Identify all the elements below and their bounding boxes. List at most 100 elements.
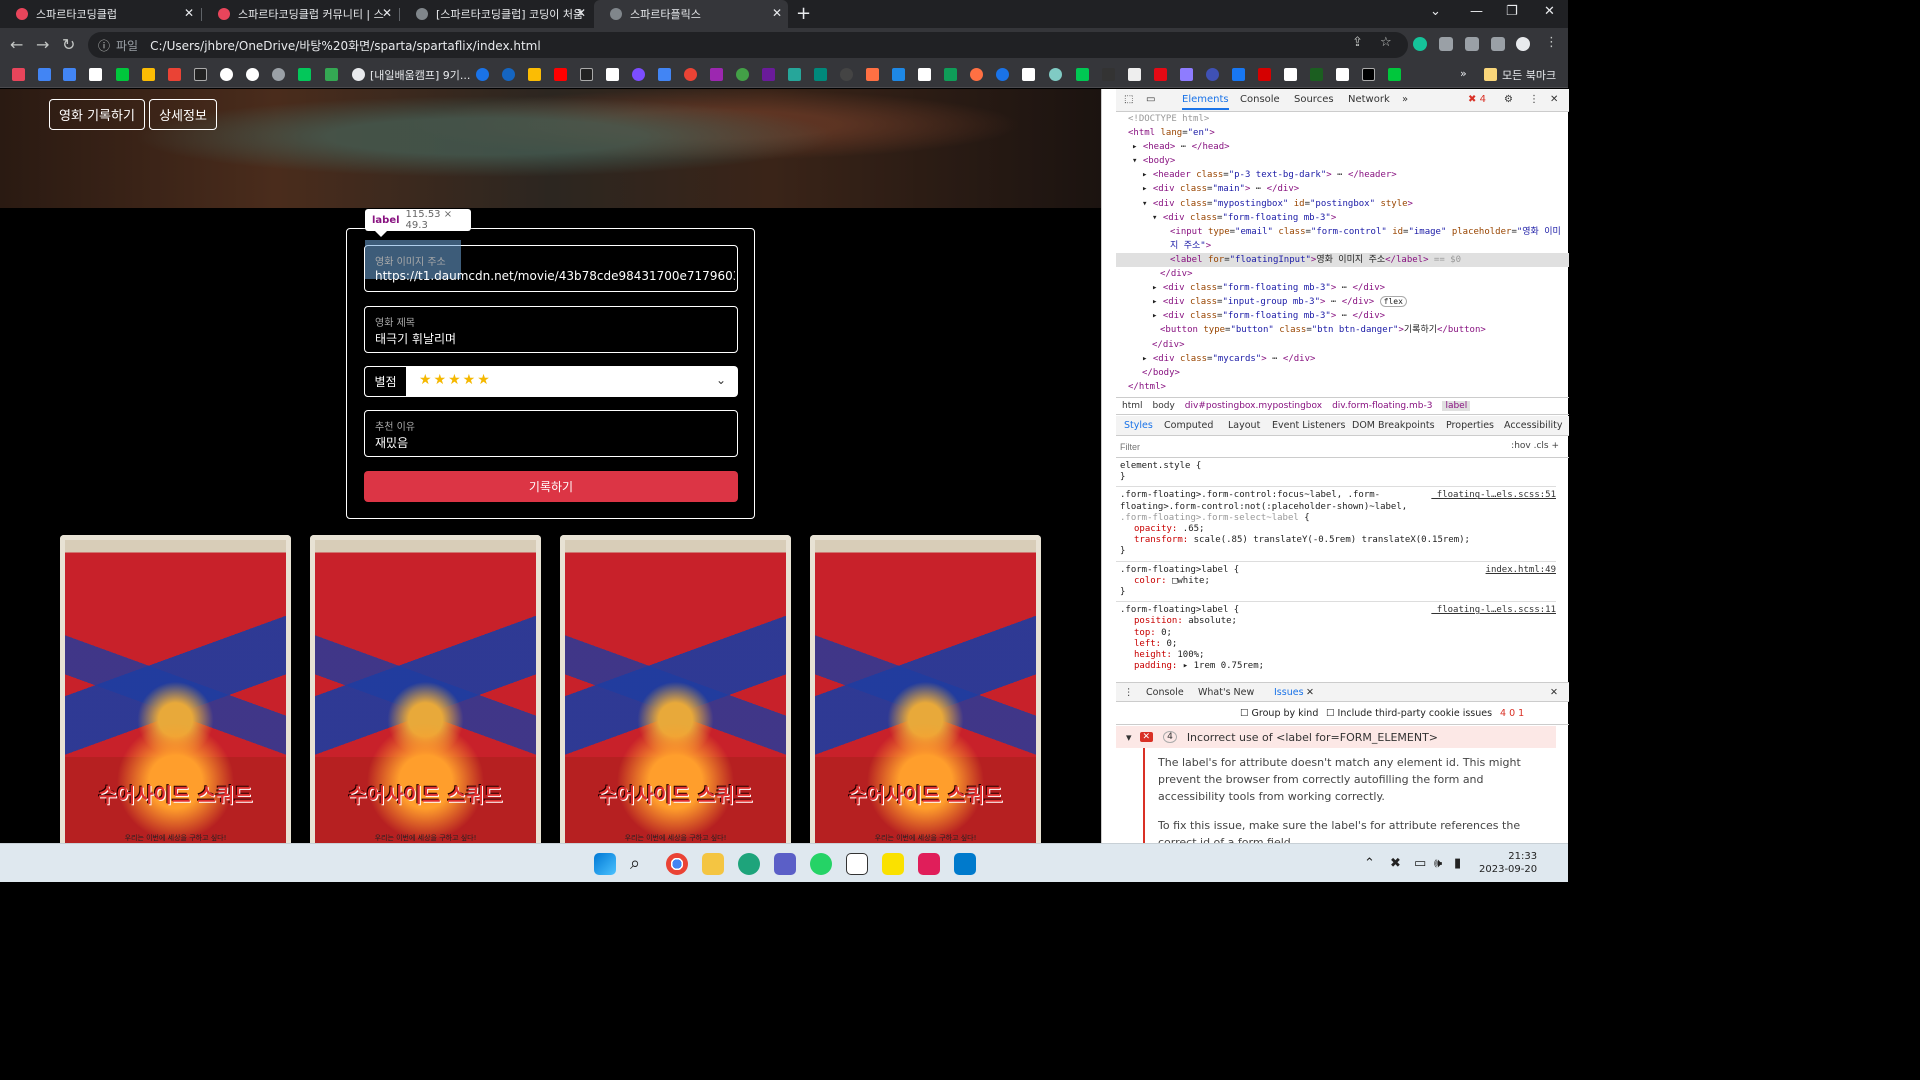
info-icon[interactable]: ⓘ (98, 37, 110, 54)
bookmark-icon[interactable] (684, 68, 697, 81)
side-panel-icon[interactable] (1491, 37, 1505, 51)
movie-card[interactable]: 수어사이드 스쿼드 우리는 이번에 세상을 구하고 싶다! (60, 535, 291, 843)
bookmark-icon[interactable] (502, 68, 515, 81)
tab-2[interactable]: 스파르타코딩클럽 커뮤니티 | 스 ✕ (202, 0, 398, 28)
volume-icon[interactable]: 🕪 (1434, 856, 1442, 871)
back-icon[interactable]: ← (10, 35, 23, 54)
bookmark-icon[interactable] (606, 68, 619, 81)
dom-line[interactable]: ▸ <div class="input-group mb-3"> ⋯ </div… (1116, 295, 1569, 309)
close-window-icon[interactable]: ✕ (1544, 4, 1555, 19)
bookmark-icon[interactable] (38, 68, 51, 81)
close-icon[interactable]: ✕ (184, 6, 194, 20)
bookmark-icon[interactable] (866, 68, 879, 81)
bookmark-icon[interactable] (632, 68, 645, 81)
detail-button[interactable]: 상세정보 (149, 99, 217, 130)
clock[interactable]: 21:33 2023-09-20 (1479, 850, 1537, 876)
dom-line[interactable]: </div> (1116, 267, 1569, 281)
dom-line[interactable]: ▾ <div class="form-floating mb-3"> (1116, 211, 1569, 225)
globe-icon[interactable] (352, 68, 365, 81)
bookmark-icon[interactable] (194, 68, 207, 81)
chrome-icon[interactable] (666, 853, 688, 875)
close-issues-icon[interactable]: ✕ (1306, 687, 1314, 698)
bookmark-icon[interactable] (325, 68, 338, 81)
notion-icon[interactable] (846, 853, 868, 875)
reload-icon[interactable]: ↻ (62, 35, 75, 54)
bookmark-camp[interactable]: [내일배움캠프] 9기... (370, 67, 470, 83)
bookmark-icon[interactable] (89, 68, 102, 81)
dom-line[interactable]: ▸ <div class="main"> ⋯ </div> (1116, 182, 1569, 196)
record-movie-button[interactable]: 영화 기록하기 (49, 99, 145, 130)
vscode-icon[interactable] (954, 853, 976, 875)
dom-line[interactable]: </body> (1116, 366, 1569, 380)
media-icon[interactable] (1465, 37, 1479, 51)
address-url[interactable]: C:/Users/jhbre/OneDrive/바탕%20화면/sparta/s… (150, 37, 541, 54)
tab-network[interactable]: Network (1348, 94, 1390, 105)
drawer-tab-whats-new[interactable]: What's New (1198, 687, 1254, 698)
third-party-checkbox[interactable]: ☐ Include third-party cookie issues (1326, 708, 1492, 719)
movie-card[interactable]: 수어사이드 스쿼드 우리는 이번에 세상을 구하고 싶다! (560, 535, 791, 843)
crumb[interactable]: body (1153, 401, 1175, 411)
bookmark-icon[interactable] (272, 68, 285, 81)
tab-sources[interactable]: Sources (1294, 94, 1334, 105)
crumb[interactable]: div.form-floating.mb-3 (1332, 401, 1432, 411)
bookmark-icon[interactable] (736, 68, 749, 81)
dom-line[interactable]: ▾ <body> (1116, 154, 1569, 168)
drawer-menu-icon[interactable]: ⋮ (1124, 687, 1134, 698)
issue-item[interactable]: ▾ ✕ 4 Incorrect use of <label for=FORM_E… (1116, 726, 1556, 849)
battery-icon[interactable]: ▮ (1454, 856, 1461, 871)
minimize-icon[interactable]: — (1470, 4, 1483, 19)
style-rule[interactable]: index.html:49 .form-floating>label { col… (1116, 562, 1556, 603)
title-field[interactable]: 영화 제목 태극기 휘날리며 (364, 306, 738, 353)
bookmark-icon[interactable] (996, 68, 1009, 81)
more-tabs-button[interactable]: » (1402, 94, 1408, 105)
drawer-tab-console[interactable]: Console (1146, 687, 1184, 698)
dom-line[interactable]: 지 주소"> (1116, 239, 1569, 253)
tab-1[interactable]: 스파르타코딩클럽 ✕ (0, 0, 200, 28)
close-icon[interactable]: ✕ (382, 6, 392, 20)
bookmark-icon[interactable] (1076, 68, 1089, 81)
all-bookmarks[interactable]: 모든 북마크 (1502, 67, 1556, 83)
google-icon[interactable] (220, 68, 233, 81)
file-explorer-icon[interactable] (702, 853, 724, 875)
chevron-up-icon[interactable]: ⌃ (1364, 856, 1375, 871)
comment-input[interactable]: 재밌음 (375, 434, 735, 451)
subtab-dom-breakpoints[interactable]: DOM Breakpoints (1352, 420, 1435, 431)
close-drawer-icon[interactable]: ✕ (1550, 687, 1558, 698)
teams-icon[interactable] (774, 853, 796, 875)
bookmark-icon[interactable] (814, 68, 827, 81)
youtube-icon[interactable] (554, 68, 567, 81)
dom-line[interactable]: ▸ <div class="form-floating mb-3"> ⋯ </d… (1116, 309, 1569, 323)
bookmark-icon[interactable] (476, 68, 489, 81)
subtab-event-listeners[interactable]: Event Listeners (1272, 420, 1345, 431)
bookmark-icon[interactable] (1049, 68, 1062, 81)
bookmark-icon[interactable] (1310, 68, 1323, 81)
bookmark-icon[interactable] (1206, 68, 1219, 81)
bookmark-icon[interactable] (528, 68, 541, 81)
rating-select[interactable]: 별점 ★★★★★ ⌄ (364, 366, 738, 397)
crumb[interactable]: div#postingbox.mypostingbox (1185, 401, 1322, 411)
new-tab-button[interactable]: + (796, 3, 811, 24)
google-icon[interactable] (246, 68, 259, 81)
image-url-field[interactable]: 영화 이미지 주소 https://t1.daumcdn.net/movie/4… (364, 240, 738, 292)
bookmark-icon[interactable] (892, 68, 905, 81)
bookmark-icon[interactable] (762, 68, 775, 81)
crumb-current[interactable]: label (1442, 401, 1471, 411)
style-source[interactable]: _floating-l…els.scss:51 (1431, 490, 1556, 501)
bookmark-icon[interactable] (142, 68, 155, 81)
bookmark-icon[interactable] (1362, 68, 1375, 81)
subtab-computed[interactable]: Computed (1164, 420, 1213, 431)
bookmark-icon[interactable] (1180, 68, 1193, 81)
bookmark-icon[interactable] (1232, 68, 1245, 81)
slack-icon[interactable] (918, 853, 940, 875)
bookmark-icon[interactable] (580, 68, 593, 81)
dom-line[interactable]: <input type="email" class="form-control"… (1116, 225, 1569, 239)
bookmark-icon[interactable] (970, 68, 983, 81)
filter-options[interactable]: :hov .cls + (1511, 441, 1559, 451)
chevron-down-icon[interactable]: ⌄ (716, 373, 726, 387)
issue-header[interactable]: ▾ ✕ 4 Incorrect use of <label for=FORM_E… (1116, 726, 1556, 748)
extensions-icon[interactable] (1439, 37, 1453, 51)
naver-icon[interactable] (298, 68, 311, 81)
device-toolbar-icon[interactable]: ▭ (1146, 94, 1155, 105)
tray-app-icon[interactable]: ✖ (1390, 856, 1401, 871)
inspect-element-icon[interactable]: ⬚ (1124, 94, 1133, 105)
